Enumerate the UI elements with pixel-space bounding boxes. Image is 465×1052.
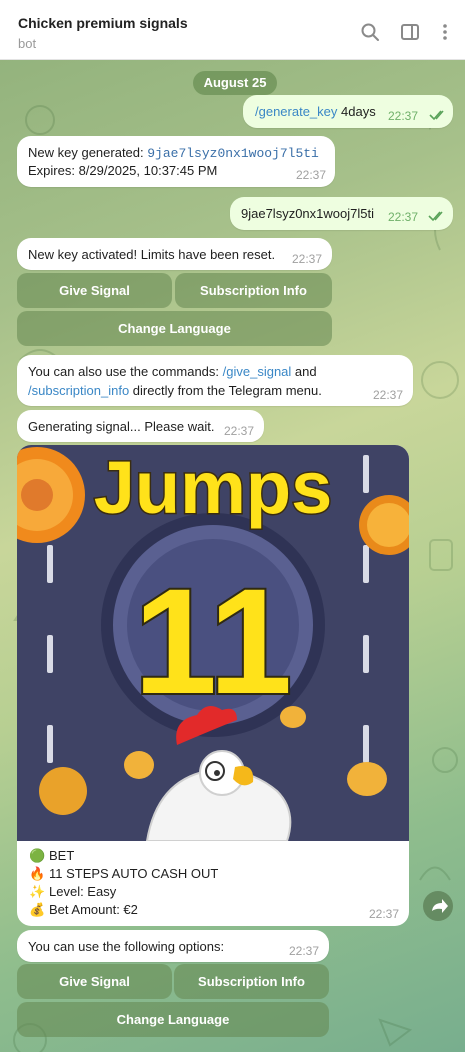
give-signal-command-link[interactable]: /give_signal xyxy=(223,364,292,379)
read-ticks-icon xyxy=(428,211,443,222)
sidebar-toggle-icon[interactable] xyxy=(400,22,420,42)
message-time: 22:37 xyxy=(289,944,320,958)
generated-key-code[interactable]: 9jae7lsyz0nx1wooj7l5ti xyxy=(147,146,319,161)
chat-title[interactable]: Chicken premium signals xyxy=(18,15,188,31)
poster-steps-number: 11 xyxy=(134,557,293,725)
message-time: 22:37 xyxy=(388,109,419,123)
incoming-message-activated: New key activated! Limits have been rese… xyxy=(17,238,332,270)
message-time: 22:37 xyxy=(369,907,400,921)
subscription-info-button[interactable]: Subscription Info xyxy=(174,964,329,999)
chat-subtitle: bot xyxy=(18,36,37,51)
poster-title-text: Jumps xyxy=(94,446,333,529)
message-time: 22:37 xyxy=(373,388,404,402)
give-signal-button[interactable]: Give Signal xyxy=(17,273,172,308)
incoming-message-generating: Generating signal... Please wait. 22:37 xyxy=(17,410,264,442)
outgoing-message-key: 9jae7lsyz0nx1wooj7l5ti 22:37 xyxy=(230,197,453,230)
forward-button[interactable] xyxy=(423,891,453,921)
poster-artwork: Jumps 11 xyxy=(17,445,409,842)
generating-text: Generating signal... Please wait. xyxy=(28,419,215,434)
read-ticks-icon xyxy=(429,110,444,121)
chat-header: Chicken premium signals bot xyxy=(0,0,465,60)
keygen-label: New key generated: xyxy=(28,145,148,160)
options-text: You can use the following options: xyxy=(28,939,225,954)
command-arg: 4days xyxy=(337,104,376,119)
money-bag-icon: 💰 xyxy=(29,902,46,917)
sent-key-text: 9jae7lsyz0nx1wooj7l5ti xyxy=(241,206,374,221)
signal-line-bet-amount: 💰 Bet Amount: €2 xyxy=(29,902,138,917)
commands-post-text: directly from the Telegram menu. xyxy=(129,383,322,398)
sparkles-icon: ✨ xyxy=(29,884,46,899)
date-separator: August 25 xyxy=(193,71,277,95)
message-time: 22:37 xyxy=(388,210,419,224)
incoming-message-options: You can use the following options: 22:37 xyxy=(17,930,329,962)
signal-line-steps: 🔥 11 STEPS AUTO CASH OUT xyxy=(29,866,219,881)
incoming-message-commands: You can also use the commands: /give_sig… xyxy=(17,355,413,406)
forward-arrow-icon xyxy=(432,899,448,913)
message-time: 22:37 xyxy=(296,168,327,182)
incoming-message-key-generated: New key generated: 9jae7lsyz0nx1wooj7l5t… xyxy=(17,136,335,187)
change-language-button[interactable]: Change Language xyxy=(17,1002,329,1037)
fire-icon: 🔥 xyxy=(29,866,46,881)
change-language-button[interactable]: Change Language xyxy=(17,311,332,346)
search-icon[interactable] xyxy=(360,22,380,42)
keygen-expiry: Expires: 8/29/2025, 10:37:45 PM xyxy=(28,163,218,178)
more-vert-icon[interactable] xyxy=(435,22,455,42)
green-circle-icon: 🟢 xyxy=(29,848,46,863)
signal-poster-image[interactable]: Jumps 11 xyxy=(17,445,409,842)
commands-mid-text: and xyxy=(291,364,317,379)
subscription-info-command-link[interactable]: /subscription_info xyxy=(28,383,129,398)
message-time: 22:37 xyxy=(224,424,255,438)
give-signal-button[interactable]: Give Signal xyxy=(17,964,172,999)
signal-line-level: ✨ Level: Easy xyxy=(29,884,117,899)
signal-message-card: Jumps 11 🟢 BET 🔥 11 STEPS AUTO CASH OUT ✨ L… xyxy=(17,445,409,926)
outgoing-message-command: /generate_key 4days 22:37 xyxy=(243,95,453,128)
signal-line-bet: 🟢 BET xyxy=(29,848,75,863)
commands-pre-text: You can also use the commands: xyxy=(28,364,223,379)
subscription-info-button[interactable]: Subscription Info xyxy=(175,273,332,308)
activated-text: New key activated! Limits have been rese… xyxy=(28,247,276,262)
command-link[interactable]: /generate_key xyxy=(255,104,337,119)
message-time: 22:37 xyxy=(292,252,323,266)
